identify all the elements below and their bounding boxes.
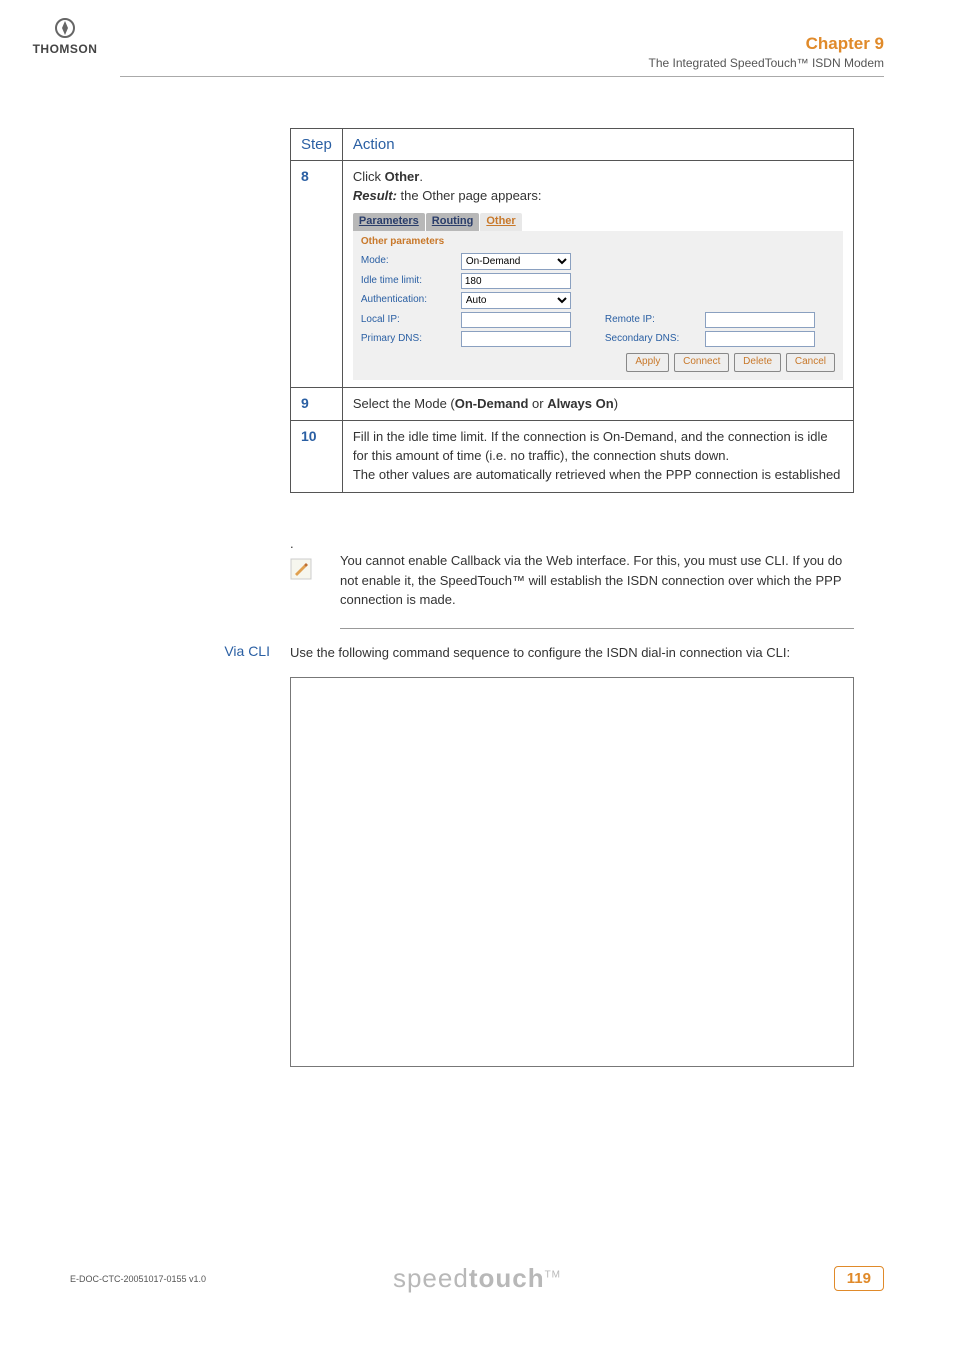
panel-title: Other parameters xyxy=(361,235,835,250)
auth-select[interactable]: Auto xyxy=(461,292,571,309)
main-content: Step Action 8 Click Other. Result: the O… xyxy=(290,128,854,493)
panel-buttons: Apply Connect Delete Cancel xyxy=(361,353,835,372)
remoteip-label: Remote IP: xyxy=(605,313,697,328)
auth-label: Authentication: xyxy=(361,293,453,308)
via-cli-label: Via CLI xyxy=(200,643,270,659)
header-rule xyxy=(120,76,884,77)
pencil-icon xyxy=(290,558,312,580)
embedded-tabbar: ParametersRoutingOther xyxy=(353,212,843,231)
step-number: 8 xyxy=(291,161,343,388)
steps-table: Step Action 8 Click Other. Result: the O… xyxy=(290,128,854,493)
page-footer: E-DOC-CTC-20051017-0155 v1.0 speedtouchT… xyxy=(70,1266,884,1291)
chapter-title: Chapter 9 xyxy=(649,34,884,54)
step-number: 10 xyxy=(291,421,343,493)
thomson-logo: THOMSON xyxy=(30,18,100,56)
primdns-label: Primary DNS: xyxy=(361,332,453,347)
remoteip-input[interactable] xyxy=(705,312,815,328)
idle-input[interactable] xyxy=(461,273,571,289)
col-step: Step xyxy=(291,129,343,161)
via-cli-section: Via CLI Use the following command sequen… xyxy=(200,643,854,1067)
tab-parameters[interactable]: Parameters xyxy=(353,213,425,231)
step-number: 9 xyxy=(291,387,343,421)
page-number: 119 xyxy=(834,1266,884,1291)
secdns-input[interactable] xyxy=(705,331,815,347)
step-action: Click Other. Result: the Other page appe… xyxy=(342,161,853,388)
note-block: . You cannot enable Callback via the Web… xyxy=(290,536,854,639)
footer-doc-id: E-DOC-CTC-20051017-0155 v1.0 xyxy=(70,1274,206,1284)
tab-routing[interactable]: Routing xyxy=(426,213,480,231)
col-action: Action xyxy=(342,129,853,161)
note-dot: . xyxy=(290,536,854,551)
page-header: Chapter 9 The Integrated SpeedTouch™ ISD… xyxy=(649,34,884,70)
step-action: Select the Mode (On-Demand or Always On) xyxy=(342,387,853,421)
apply-button[interactable]: Apply xyxy=(626,353,669,372)
table-row: 8 Click Other. Result: the Other page ap… xyxy=(291,161,854,388)
mode-select[interactable]: On-Demand xyxy=(461,253,571,270)
table-row: 10 Fill in the idle time limit. If the c… xyxy=(291,421,854,493)
delete-button[interactable]: Delete xyxy=(734,353,781,372)
brand-text: THOMSON xyxy=(30,42,100,56)
via-cli-intro: Use the following command sequence to co… xyxy=(290,643,854,663)
mode-label: Mode: xyxy=(361,254,453,269)
table-row: 9 Select the Mode (On-Demand or Always O… xyxy=(291,387,854,421)
localip-input[interactable] xyxy=(461,312,571,328)
localip-label: Local IP: xyxy=(361,313,453,328)
note-rule xyxy=(340,628,854,629)
connect-button[interactable]: Connect xyxy=(674,353,729,372)
speedtouch-logo: speedtouchTM xyxy=(393,1263,561,1294)
other-panel: Other parameters Mode: On-Demand Idle ti… xyxy=(353,231,843,380)
idle-label: Idle time limit: xyxy=(361,274,453,289)
via-cli-body: Use the following command sequence to co… xyxy=(290,643,854,1067)
cli-codebox xyxy=(290,677,854,1067)
secdns-label: Secondary DNS: xyxy=(605,332,697,347)
thomson-icon xyxy=(52,18,78,40)
primdns-input[interactable] xyxy=(461,331,571,347)
note-text: You cannot enable Callback via the Web i… xyxy=(340,551,854,610)
chapter-subtitle: The Integrated SpeedTouch™ ISDN Modem xyxy=(649,56,884,70)
tab-other[interactable]: Other xyxy=(480,213,521,231)
cancel-button[interactable]: Cancel xyxy=(786,353,835,372)
step-action: Fill in the idle time limit. If the conn… xyxy=(342,421,853,493)
